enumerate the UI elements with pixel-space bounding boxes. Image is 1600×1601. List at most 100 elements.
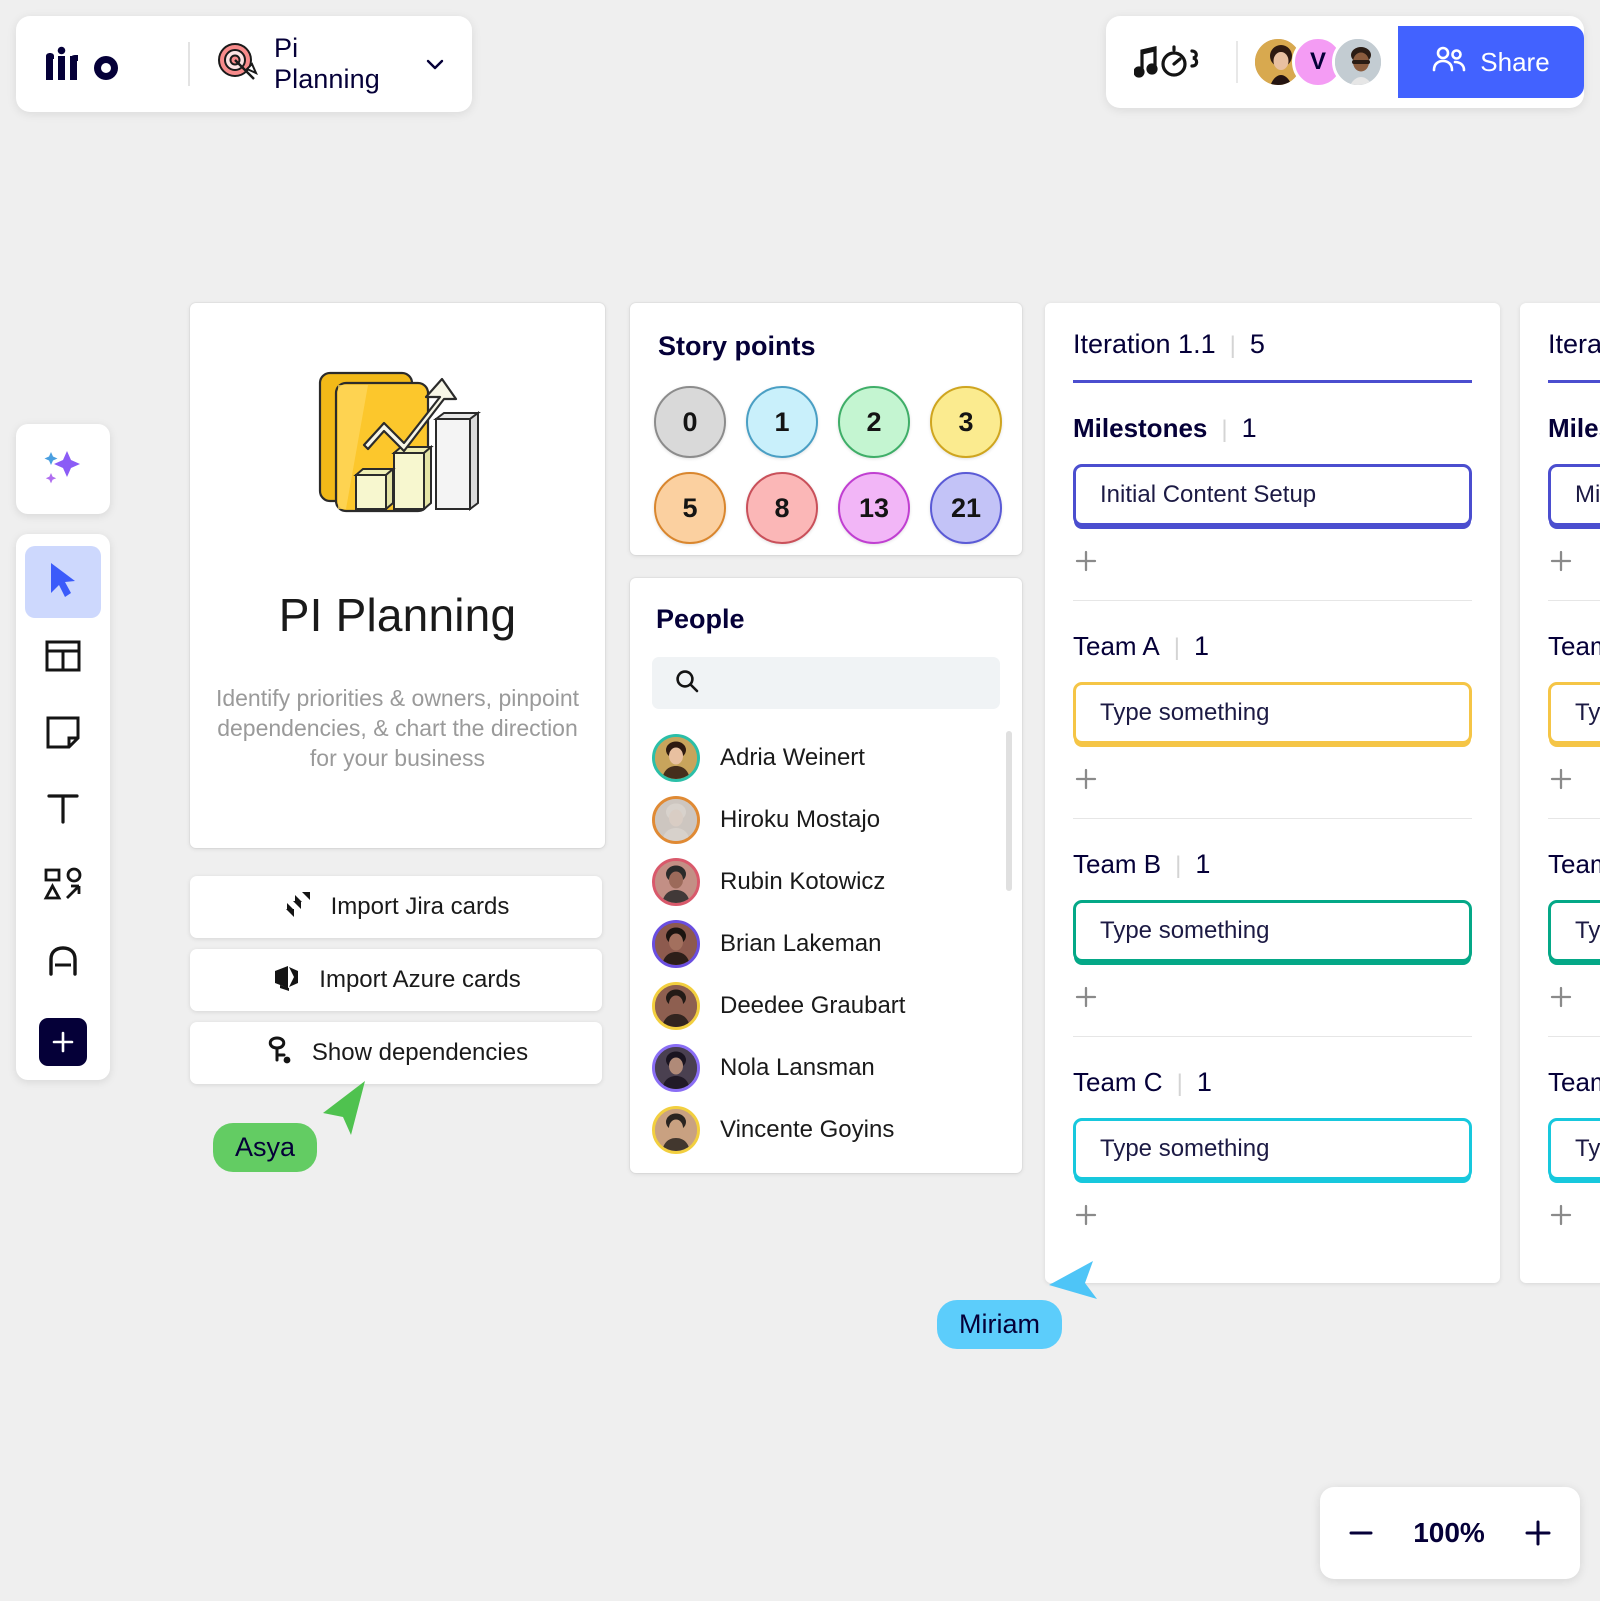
people-list-scrollbar[interactable] [1006, 731, 1012, 891]
group-header: Team C|1 [1073, 1067, 1472, 1098]
group-count: 1 [1241, 413, 1257, 443]
add-card-button[interactable] [1073, 1198, 1472, 1232]
list-item[interactable]: Brian Lakeman [652, 913, 1000, 975]
story-point-chip[interactable]: 13 [838, 472, 910, 544]
group-card-field[interactable]: Type something [1073, 900, 1472, 962]
main-toolbar [16, 534, 110, 1080]
plus-icon [1075, 986, 1097, 1008]
group-header: Team A | 1 [1073, 631, 1472, 662]
group-card-field[interactable]: Initial Content Setup [1073, 464, 1472, 526]
iteration-title: Iteration 1.1 [1073, 329, 1216, 359]
share-button-label: Share [1480, 46, 1550, 77]
divider: | [1229, 332, 1236, 359]
group-card-field[interactable]: Type something [1548, 1118, 1600, 1180]
group-header: Team C|1 [1548, 1067, 1600, 1098]
add-card-button[interactable] [1073, 544, 1472, 578]
list-item[interactable]: Nola Lansman [652, 1037, 1000, 1099]
person-name: Vincente Goyins [720, 1116, 895, 1143]
iteration-2-column: Iteration 1.2|5 Milestones|1 Milestone Team… [1520, 303, 1600, 1283]
board-title: Pi Planning [273, 33, 380, 94]
group-label: Team A [1073, 631, 1160, 661]
share-button[interactable]: Share [1398, 26, 1584, 98]
azure-devops-icon [271, 962, 301, 999]
board-title-chip[interactable]: Pi Planning [214, 33, 446, 95]
list-item[interactable]: Rubin Kotowicz [652, 851, 1000, 913]
ai-tool-panel[interactable] [16, 424, 110, 514]
chevron-down-icon[interactable] [424, 53, 446, 75]
story-point-chip[interactable]: 8 [746, 472, 818, 544]
import-jira-cards-button[interactable]: Import Jira cards [190, 876, 602, 938]
add-card-button[interactable] [1548, 762, 1600, 796]
story-point-chip[interactable]: 3 [930, 386, 1002, 458]
team-a-group: Team A|1 Type something [1073, 601, 1472, 819]
plus-icon [1075, 1204, 1097, 1226]
sidebar-item-shapes[interactable] [25, 850, 101, 922]
story-point-chip[interactable]: 5 [654, 472, 726, 544]
team-c-group: Team C|1 Type something [1548, 1037, 1600, 1232]
iteration-1-column: Iteration 1.1 | 5 Milestones | 1 Initial Conte… [1045, 303, 1500, 1283]
cursor-arrow-icon [323, 1081, 365, 1135]
person-name: Hiroku Mostajo [720, 806, 881, 833]
sidebar-item-text[interactable] [25, 774, 101, 846]
list-item[interactable]: Adria Weinert [652, 727, 1000, 789]
sidebar-item-pen[interactable] [25, 926, 101, 998]
import-azure-cards-button[interactable]: Import Azure cards [190, 949, 602, 1011]
person-name: Rubin Kotowicz [720, 868, 886, 895]
miro-logo[interactable] [42, 44, 164, 84]
zoom-out-button[interactable] [1346, 1518, 1376, 1548]
show-dependencies-button[interactable]: Show dependencies [190, 1022, 602, 1084]
collaborator-avatars[interactable]: V [1252, 36, 1384, 88]
growth-chart-illustration [298, 351, 498, 556]
template-grid-icon [44, 637, 82, 680]
group-card-field[interactable]: Milestone [1548, 464, 1600, 526]
more-tools-button[interactable] [39, 1018, 87, 1066]
music-timer-reactions-group[interactable] [1134, 39, 1214, 85]
group-header: Team B|1 [1548, 849, 1600, 880]
avatar [652, 1106, 700, 1154]
add-card-button[interactable] [1073, 980, 1472, 1014]
search-input[interactable] [716, 670, 978, 696]
story-point-chip[interactable]: 1 [746, 386, 818, 458]
add-card-button[interactable] [1548, 1198, 1600, 1232]
iteration-title: Iteration 1.2 [1548, 329, 1600, 359]
story-points-title: Story points [658, 331, 816, 361]
avatar[interactable] [1332, 36, 1384, 88]
avatar [652, 982, 700, 1030]
group-card-field[interactable]: Type something [1073, 682, 1472, 744]
group-count: 1 [1196, 1067, 1212, 1097]
sidebar-item-sticky-note[interactable] [25, 698, 101, 770]
person-name: Brian Lakeman [720, 930, 882, 957]
story-point-chip[interactable]: 0 [654, 386, 726, 458]
cursor-label: Miriam [937, 1300, 1062, 1349]
people-search[interactable] [652, 657, 1000, 709]
avatar [652, 858, 700, 906]
group-card-field[interactable]: Type something [1548, 682, 1600, 744]
plus-icon [1550, 768, 1572, 790]
zoom-in-button[interactable] [1522, 1517, 1554, 1549]
sidebar-item-templates[interactable] [25, 622, 101, 694]
dependency-link-icon [264, 1034, 294, 1073]
story-point-chip[interactable]: 2 [838, 386, 910, 458]
group-card-field[interactable]: Type something [1548, 900, 1600, 962]
team-b-group: Team B|1 Type something [1073, 819, 1472, 1037]
add-card-button[interactable] [1548, 980, 1600, 1014]
story-points-grid: 0 1 2 3 5 8 13 21 [654, 386, 1002, 544]
plus-icon [1550, 550, 1572, 572]
team-a-group: Team A|1Type something [1548, 601, 1600, 819]
group-count: 1 [1193, 631, 1209, 661]
pi-planning-hero-card: PI Planning Identify priorities & owners… [190, 303, 605, 848]
list-item[interactable]: Deedee Graubart [652, 975, 1000, 1037]
person-name: Adria Weinert [720, 744, 865, 771]
add-card-button[interactable] [1073, 762, 1472, 796]
sidebar-item-select[interactable] [25, 546, 101, 618]
story-point-chip[interactable]: 21 [930, 472, 1002, 544]
people-list: Adria Weinert Hiroku Mostajo Rubin Kotowic… [652, 727, 1012, 1161]
team-b-group: Team B|1 Type something [1548, 819, 1600, 1037]
list-item[interactable]: Vincente Goyins [652, 1099, 1000, 1161]
add-card-button[interactable] [1548, 544, 1600, 578]
jira-icon [283, 889, 313, 926]
list-item[interactable]: Hiroku Mostajo [652, 789, 1000, 851]
group-header: Team B|1 [1073, 849, 1472, 880]
group-card-field[interactable]: Type something [1073, 1118, 1472, 1180]
target-dartboard-icon [214, 39, 260, 90]
